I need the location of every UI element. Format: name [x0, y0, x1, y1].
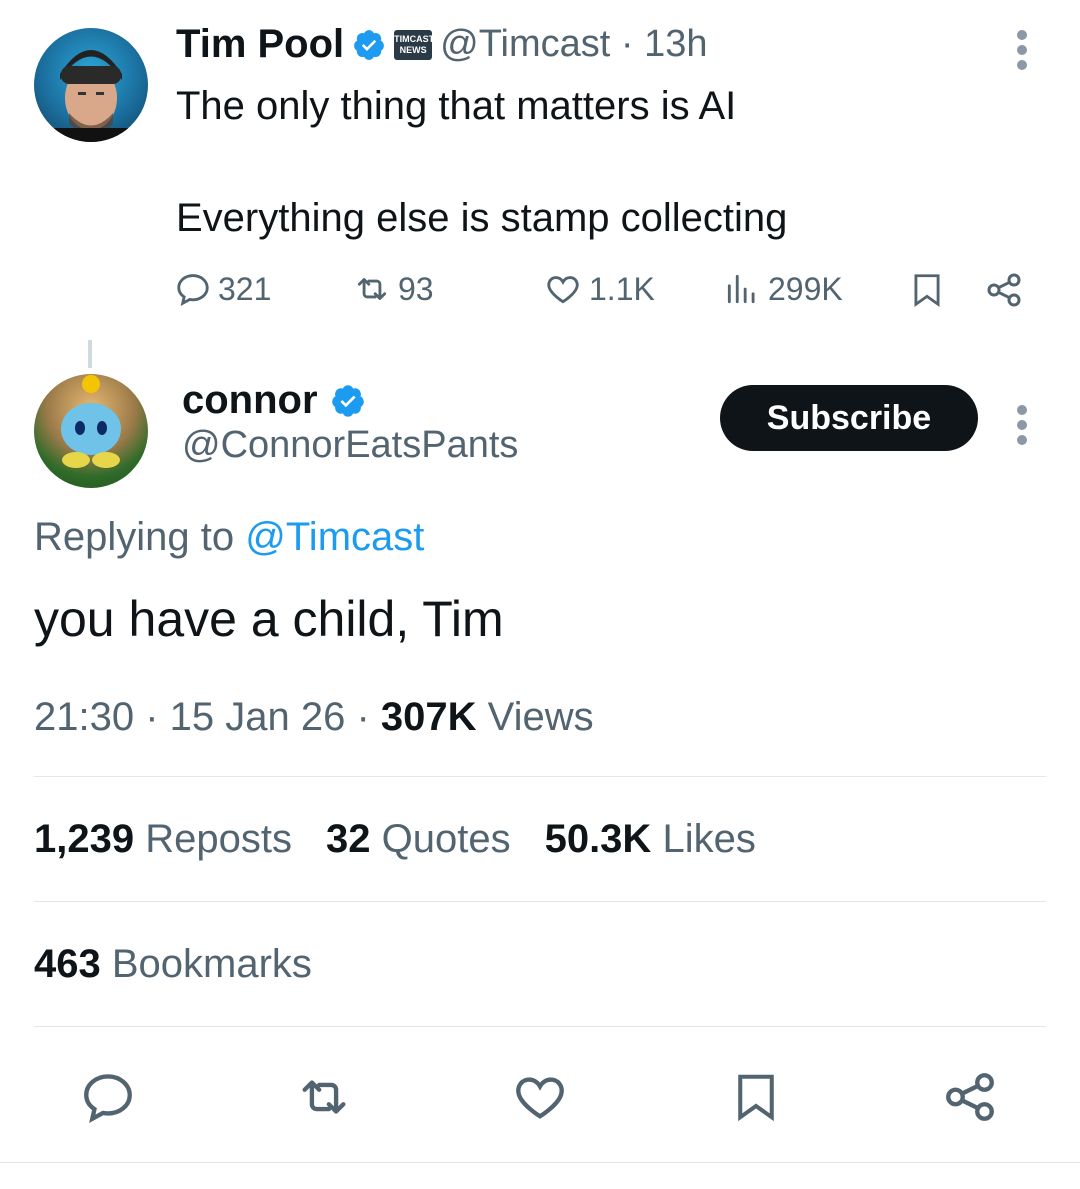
bookmark-button[interactable]	[726, 1067, 786, 1127]
divider	[0, 1162, 1080, 1163]
thread-connector-line	[88, 340, 92, 368]
bookmark-button[interactable]	[908, 270, 946, 315]
reply-count: 321	[218, 270, 272, 307]
author-name[interactable]: Tim Pool	[176, 22, 344, 67]
tweet-meta-line: 21:30 · 15 Jan 26 · 307K Views	[34, 695, 594, 739]
like-button[interactable]	[510, 1067, 570, 1127]
tweet-text: The only thing that matters is AI Everyt…	[176, 78, 787, 246]
share-button[interactable]	[940, 1067, 1000, 1127]
views-count: 299K	[768, 270, 843, 307]
repost-count: 93	[398, 270, 434, 307]
reply-count-button[interactable]: 321	[174, 270, 271, 308]
replying-to-handle-link[interactable]: @Timcast	[245, 515, 424, 559]
like-count: 1.1K	[589, 270, 655, 307]
divider	[34, 901, 1046, 902]
subscribe-button[interactable]: Subscribe	[720, 385, 978, 451]
reply-author-name-line: connor	[182, 378, 366, 423]
tweet-date[interactable]: 15 Jan 26	[170, 695, 346, 739]
reply-text: you have a child, Tim	[34, 591, 504, 647]
author-name-line: Tim Pool TIMCAST NEWS @Timcast · 13h	[176, 22, 708, 67]
heart-icon	[516, 1077, 564, 1119]
views-count: 307K	[380, 695, 477, 739]
replying-to-line: Replying to @Timcast	[34, 515, 424, 560]
verified-badge-icon	[331, 384, 364, 417]
repost-button[interactable]	[294, 1067, 354, 1127]
reply-author-name[interactable]: connor	[182, 378, 318, 423]
reposts-stat[interactable]: 1,239 Reposts	[34, 817, 292, 861]
tweet-text-line: Everything else is stamp collecting	[176, 196, 788, 240]
tweet-text-line: The only thing that matters is AI	[176, 84, 737, 128]
heart-icon	[547, 276, 579, 304]
more-options-icon[interactable]	[1017, 25, 1031, 75]
bookmarks-stat[interactable]: 463 Bookmarks	[34, 942, 312, 987]
reply-button[interactable]	[78, 1067, 138, 1127]
reply-icon	[84, 1074, 132, 1123]
repost-icon	[302, 1080, 346, 1114]
avatar-connor[interactable]	[34, 374, 148, 488]
views-chart-icon	[727, 274, 755, 304]
bookmark-icon	[738, 1074, 774, 1122]
repost-icon	[357, 278, 387, 300]
views-count-button[interactable]: 299K	[722, 270, 843, 308]
quotes-stat[interactable]: 32 Quotes	[326, 817, 511, 861]
timcast-news-badge-icon: TIMCAST NEWS	[394, 29, 434, 60]
engagement-counts-row: 1,239 Reposts 32 Quotes 50.3K Likes	[34, 817, 756, 862]
author-handle[interactable]: @Timcast · 13h	[440, 23, 707, 66]
reply-icon	[177, 274, 209, 307]
views-label: Views	[487, 695, 594, 739]
replying-to-label: Replying to	[34, 515, 235, 559]
share-icon	[987, 273, 1021, 307]
repost-count-button[interactable]: 93	[352, 270, 434, 308]
tweet-time[interactable]: 13h	[644, 23, 707, 65]
divider	[34, 1026, 1046, 1027]
like-count-button[interactable]: 1.1K	[543, 270, 655, 308]
share-button[interactable]	[984, 270, 1024, 315]
tweet-timestamp[interactable]: 21:30	[34, 695, 134, 739]
share-icon	[946, 1073, 994, 1121]
verified-badge-icon	[354, 29, 385, 60]
reply-author-handle[interactable]: @ConnorEatsPants	[182, 424, 518, 467]
divider	[34, 776, 1046, 777]
likes-stat[interactable]: 50.3K Likes	[545, 817, 756, 861]
more-options-icon[interactable]	[1017, 400, 1031, 450]
avatar-tim-pool[interactable]	[34, 28, 148, 142]
bookmark-icon	[914, 274, 940, 308]
